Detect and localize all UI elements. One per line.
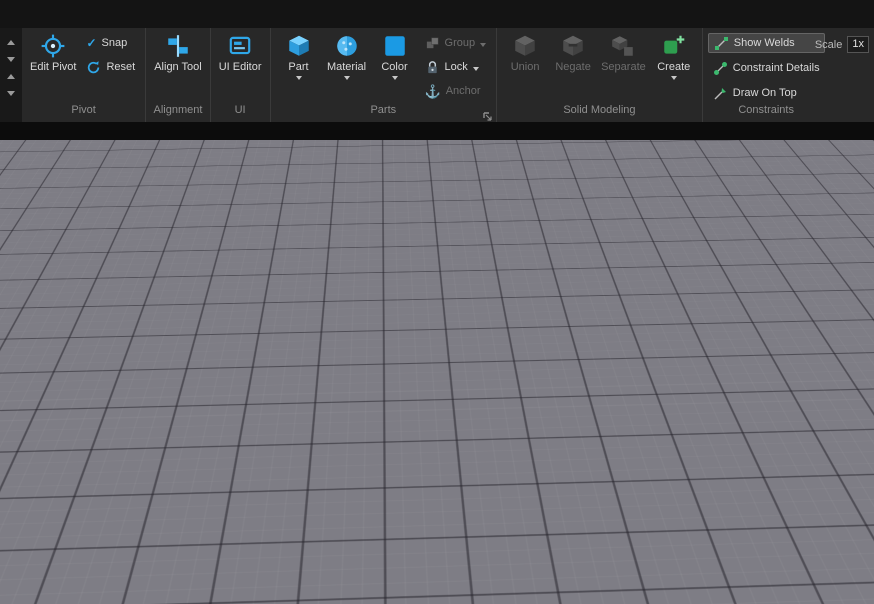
ribbon-scroll-down-button-2[interactable] xyxy=(4,87,18,99)
show-welds-label: Show Welds xyxy=(733,37,795,49)
group-button[interactable]: Group xyxy=(420,33,492,53)
caret-down-icon xyxy=(295,76,302,80)
viewport-3d[interactable] xyxy=(0,140,874,604)
parts-popout-icon[interactable] xyxy=(483,109,493,121)
lock-label: Lock xyxy=(444,61,468,73)
ribbon-scroll-down-button[interactable] xyxy=(4,53,18,65)
constraint-details-toggle[interactable]: Constraint Details xyxy=(708,58,825,78)
ribbon-scroll-up-button[interactable] xyxy=(4,36,18,48)
scene-overlay xyxy=(284,429,799,541)
ribbon-group-pivot: Edit Pivot ✓ Snap Reset Pivot xyxy=(22,28,147,122)
constraint-details-label: Constraint Details xyxy=(732,62,820,74)
group-label-parts: Parts xyxy=(370,104,397,116)
chevron-up-icon xyxy=(7,39,15,45)
ribbon-group-constraints: Show Welds Constraint Details Draw On To… xyxy=(703,28,830,122)
group-label-pivot: Pivot xyxy=(71,104,96,116)
ribbon-viewport-divider xyxy=(0,122,874,140)
align-tool-button[interactable]: Align Tool xyxy=(151,31,205,75)
snap-checkbox[interactable]: ✓ Snap xyxy=(81,33,140,53)
part-label: Part xyxy=(288,61,309,73)
ui-editor-button[interactable]: UI Editor xyxy=(216,31,265,75)
roblox-studio-window: Edit Pivot ✓ Snap Reset Pivot Align Tool… xyxy=(0,0,874,604)
group-label-constraints: Constraints xyxy=(738,104,794,116)
caret-down-icon xyxy=(480,42,487,47)
anchor-button[interactable]: ⚓ Anchor xyxy=(420,81,492,101)
scale-control: Scale 1x xyxy=(815,36,869,53)
color-button[interactable]: Color xyxy=(372,31,418,82)
chevron-down-icon xyxy=(7,90,15,96)
edit-pivot-button[interactable]: Edit Pivot xyxy=(27,31,79,75)
negate-label: Negate xyxy=(555,61,591,73)
material-label: Material xyxy=(326,61,367,73)
material-button[interactable]: Material xyxy=(324,31,370,82)
mouse-cursor xyxy=(784,519,799,541)
ribbon-toolbar: Edit Pivot ✓ Snap Reset Pivot Align Tool… xyxy=(0,28,874,122)
align-tool-label: Align Tool xyxy=(154,61,202,73)
edit-pivot-icon xyxy=(40,33,66,59)
draw-on-top-label: Draw On Top xyxy=(732,87,797,99)
material-icon xyxy=(334,33,360,59)
color-swatch-icon xyxy=(382,33,408,59)
ribbon-group-solid-modeling: Union Negate Separate Create Solid Model… xyxy=(497,28,703,122)
chevron-up-icon xyxy=(7,73,15,79)
color-label: Color xyxy=(381,61,408,73)
create-button[interactable]: Create xyxy=(651,31,697,82)
constraint-details-icon xyxy=(713,61,728,76)
negate-button[interactable]: Negate xyxy=(550,31,596,75)
align-tool-icon xyxy=(165,33,191,59)
create-label: Create xyxy=(657,61,691,73)
part-button[interactable]: Part xyxy=(276,31,322,82)
group-label: Group xyxy=(444,37,476,49)
reset-pivot-button[interactable]: Reset xyxy=(81,57,140,77)
group-label-alignment: Alignment xyxy=(153,104,203,116)
part-cube-icon xyxy=(286,33,312,59)
lock-icon xyxy=(425,60,440,75)
show-welds-icon xyxy=(714,36,729,51)
caret-down-icon xyxy=(670,76,677,80)
ui-editor-label: UI Editor xyxy=(218,61,262,73)
reset-label: Reset xyxy=(106,61,136,73)
edit-pivot-label: Edit Pivot xyxy=(30,61,77,73)
chevron-down-icon xyxy=(7,56,15,62)
check-icon: ✓ xyxy=(86,36,97,50)
ribbon-group-parts: Part Material Color Group Lock ⚓ Anchor … xyxy=(271,28,498,122)
separate-icon xyxy=(610,33,636,59)
show-welds-toggle[interactable]: Show Welds xyxy=(707,33,825,53)
union-icon xyxy=(512,33,538,59)
anchor-icon: ⚓ xyxy=(424,83,441,99)
separate-label: Separate xyxy=(601,61,646,73)
draw-on-top-toggle[interactable]: Draw On Top xyxy=(708,83,825,103)
ribbon-group-ui: UI Editor UI xyxy=(211,28,271,122)
reset-icon xyxy=(86,60,101,75)
separate-button[interactable]: Separate xyxy=(598,31,649,75)
group-label-solid-modeling: Solid Modeling xyxy=(563,104,636,116)
titlebar xyxy=(0,0,874,28)
caret-down-icon xyxy=(472,66,479,71)
lock-button[interactable]: Lock xyxy=(420,57,492,77)
negate-icon xyxy=(560,33,586,59)
ribbon-scroll-up-button-2[interactable] xyxy=(4,70,18,82)
anchor-label: Anchor xyxy=(445,85,481,97)
group-label-ui: UI xyxy=(234,104,246,116)
snap-label: Snap xyxy=(101,37,128,49)
union-label: Union xyxy=(510,61,540,73)
ui-editor-icon xyxy=(227,33,253,59)
caret-down-icon xyxy=(343,76,350,80)
group-objects-icon xyxy=(425,36,440,51)
scale-value-box[interactable]: 1x xyxy=(847,36,869,53)
scale-label: Scale xyxy=(814,38,843,51)
union-button[interactable]: Union xyxy=(502,31,548,75)
ribbon-group-alignment: Align Tool Alignment xyxy=(146,28,211,122)
draw-on-top-icon xyxy=(713,86,728,101)
ribbon-scroll-controls xyxy=(0,28,22,122)
create-icon xyxy=(661,33,687,59)
caret-down-icon xyxy=(391,76,398,80)
